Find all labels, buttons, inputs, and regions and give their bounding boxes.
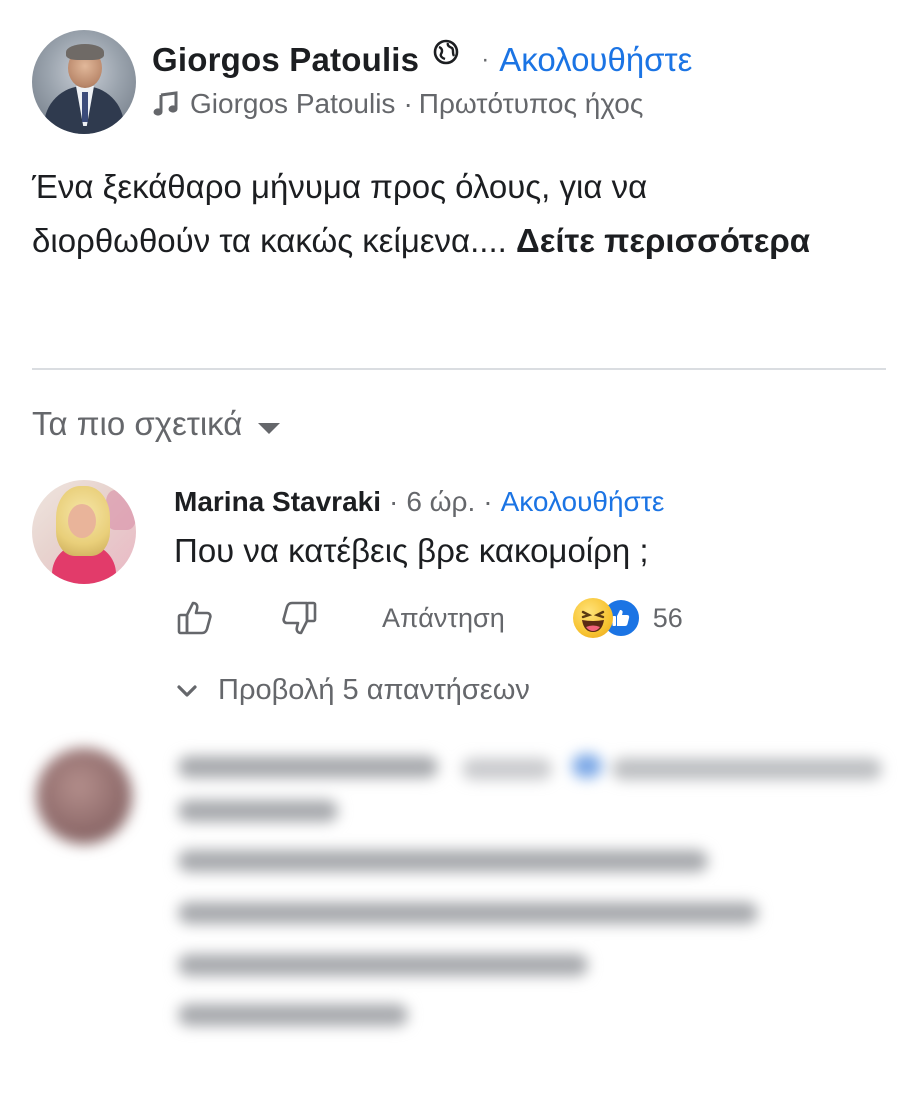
comments-sort-dropdown[interactable]: Τα πιο σχετικά [32, 405, 281, 443]
post-header: Giorgos Patoulis · Ακολουθήστε Giorgos P… [32, 30, 692, 134]
see-more-link[interactable]: Δείτε περισσότερα [516, 222, 810, 259]
music-note-icon [152, 90, 180, 118]
caret-down-icon [258, 422, 281, 434]
separator-dot: · [481, 46, 490, 73]
post-text: Ένα ξεκάθαρο μήνυμα προς όλους, για να δ… [32, 160, 862, 268]
blurred-comment [32, 738, 892, 1068]
comment-actions: Απάντηση 56 [174, 596, 683, 640]
view-replies-label: Προβολή 5 απαντήσεων [218, 674, 530, 706]
blurred-avatar [36, 748, 132, 844]
reaction-count: 56 [652, 602, 683, 633]
separator-dot: · [389, 486, 399, 517]
comment-timestamp[interactable]: 6 ώρ. [406, 486, 475, 518]
thumbs-up-icon[interactable] [174, 597, 216, 639]
post-header-text: Giorgos Patoulis · Ακολουθήστε Giorgos P… [152, 38, 692, 120]
commenter-name[interactable]: Marina Stavraki [174, 486, 381, 518]
follow-commenter-link[interactable]: Ακολουθήστε [501, 486, 665, 518]
thumbs-down-icon[interactable] [278, 597, 320, 639]
divider [32, 368, 886, 370]
reply-button[interactable]: Απάντηση [382, 603, 505, 634]
haha-reaction-icon [572, 598, 613, 638]
author-name[interactable]: Giorgos Patoulis [152, 41, 419, 79]
comment-text: Που να κατέβεις βρε κακομοίρη ; [174, 532, 649, 569]
sort-label: Τα πιο σχετικά [32, 405, 243, 442]
post-text-line: διορθωθούν τα κακώς κείμενα.... Δείτε πε… [32, 222, 811, 259]
audio-line[interactable]: Giorgos Patoulis · Πρωτότυπος ήχος [152, 88, 692, 120]
commenter-avatar[interactable] [32, 480, 136, 584]
globe-icon[interactable] [433, 39, 459, 65]
post-text-line: Ένα ξεκάθαρο μήνυμα προς όλους, για να [32, 168, 648, 205]
chevron-down-icon [176, 680, 198, 702]
view-replies-button[interactable]: Προβολή 5 απαντήσεων [176, 674, 683, 707]
reactions-summary[interactable]: 56 [572, 598, 683, 638]
separator-dot: · [403, 88, 413, 119]
audio-label[interactable]: Πρωτότυπος ήχος [419, 88, 644, 120]
author-avatar[interactable] [32, 30, 136, 134]
comment-meta: Marina Stavraki · 6 ώρ. · Ακολουθήστε [174, 482, 683, 522]
comment-content: Marina Stavraki · 6 ώρ. · Ακολουθήστε Πο… [174, 480, 683, 707]
comment: Marina Stavraki · 6 ώρ. · Ακολουθήστε Πο… [32, 480, 683, 707]
follow-author-link[interactable]: Ακολουθήστε [499, 41, 692, 79]
author-line: Giorgos Patoulis · Ακολουθήστε [152, 38, 692, 82]
audio-author[interactable]: Giorgos Patoulis [190, 88, 395, 120]
separator-dot: · [483, 486, 493, 517]
